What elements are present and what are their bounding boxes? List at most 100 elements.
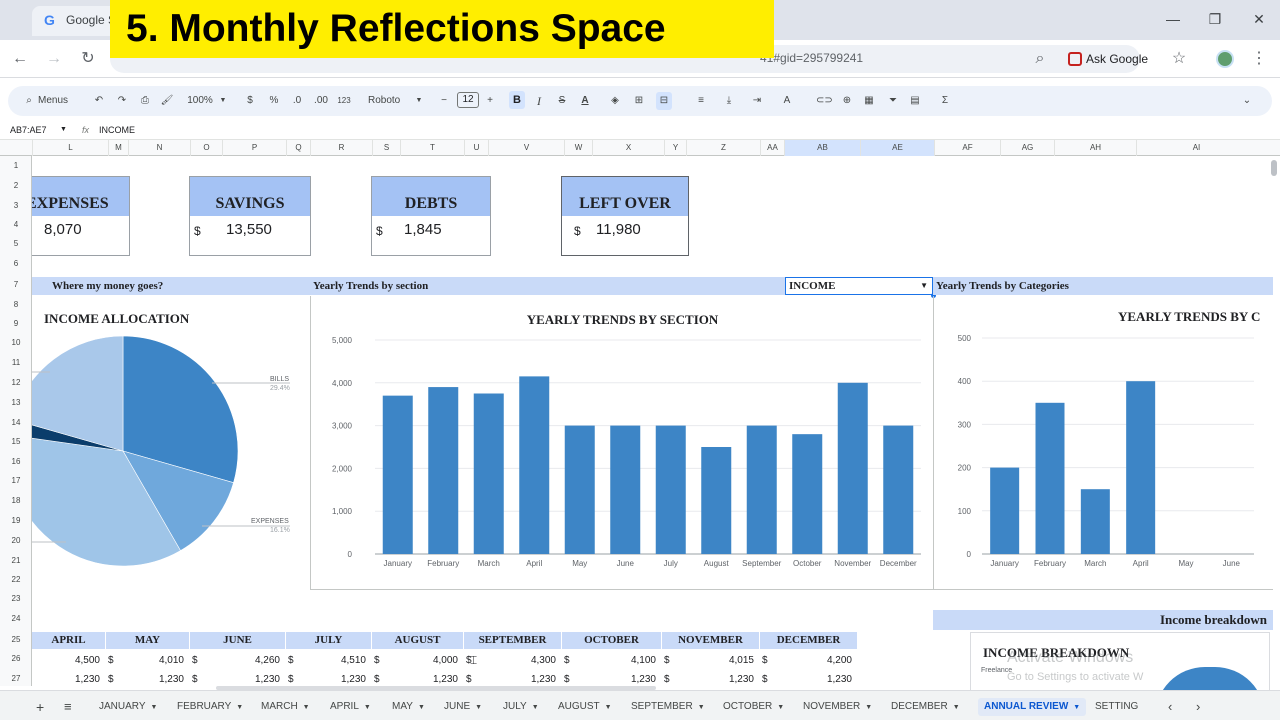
sheet-tab-menu-icon[interactable]: ▼	[364, 704, 371, 711]
bar[interactable]	[655, 425, 686, 554]
bar[interactable]	[519, 376, 550, 554]
table-cell[interactable]: $4,000	[372, 652, 464, 670]
sheet-tab-august[interactable]: AUGUST ▼	[558, 698, 612, 716]
row-header[interactable]: 14	[0, 418, 32, 428]
bar[interactable]	[883, 425, 914, 554]
table-cell[interactable]: $4,200	[760, 652, 858, 670]
bar[interactable]	[382, 395, 413, 554]
column-header[interactable]: M	[108, 140, 128, 156]
sheet-tab-july[interactable]: JULY ▼	[503, 698, 539, 716]
sheet-tab-september[interactable]: SEPTEMBER ▼	[631, 698, 705, 716]
print-icon[interactable]: ⎙	[138, 92, 152, 110]
font-dropdown-icon[interactable]: ▼	[414, 92, 424, 110]
sheet-tab-march[interactable]: MARCH ▼	[261, 698, 310, 716]
row-header[interactable]: 12	[0, 378, 32, 388]
column-header[interactable]: AA	[760, 140, 784, 156]
bar[interactable]	[564, 425, 595, 554]
table-cell[interactable]: $4,010	[106, 652, 190, 670]
column-header[interactable]: AI	[1136, 140, 1256, 156]
profile-avatar[interactable]	[1216, 50, 1234, 68]
increase-decimal-button[interactable]: .00	[312, 92, 330, 110]
sheet-tab-april[interactable]: APRIL ▼	[330, 698, 371, 716]
bar[interactable]	[428, 387, 459, 554]
font-size-increase-icon[interactable]: +	[484, 92, 496, 110]
chevron-down-icon[interactable]: ⌄	[1240, 92, 1254, 110]
borders-icon[interactable]: ⊞	[632, 92, 646, 110]
column-header[interactable]: P	[222, 140, 286, 156]
sheet-tab-menu-icon[interactable]: ▼	[1073, 704, 1080, 711]
insert-chart-icon[interactable]: ▦	[862, 92, 876, 110]
zoom-select[interactable]: 100%	[184, 92, 216, 110]
bar[interactable]	[990, 467, 1020, 554]
sheet-tab-menu-icon[interactable]: ▼	[303, 704, 310, 711]
row-header[interactable]: 21	[0, 556, 32, 566]
sheet-tab-menu-icon[interactable]: ▼	[777, 704, 784, 711]
sheet-tab-february[interactable]: FEBRUARY ▼	[177, 698, 243, 716]
forward-icon[interactable]: →	[43, 48, 65, 70]
row-header[interactable]: 24	[0, 614, 32, 624]
row-header[interactable]: 6	[0, 259, 32, 269]
close-icon[interactable]: ✕	[1244, 8, 1274, 30]
vertical-align-icon[interactable]: ⤓	[722, 92, 736, 110]
bold-button[interactable]: B	[509, 91, 525, 109]
sheet-tab-menu-icon[interactable]: ▼	[605, 704, 612, 711]
currency-format-button[interactable]: $	[244, 92, 256, 110]
column-header[interactable]: O	[190, 140, 222, 156]
zoom-dropdown-icon[interactable]: ▼	[218, 92, 228, 110]
row-header[interactable]: 16	[0, 457, 32, 467]
column-header[interactable]: R	[310, 140, 372, 156]
row-header[interactable]: 19	[0, 516, 32, 526]
functions-button[interactable]: Σ	[938, 92, 952, 110]
column-header[interactable]: AB	[784, 140, 860, 156]
number-format-button[interactable]: 123	[336, 92, 352, 110]
zoom-search-icon[interactable]: ⌕	[1029, 48, 1051, 70]
bar[interactable]	[610, 425, 641, 554]
table-cell[interactable]: $1,230	[190, 671, 286, 685]
font-size-input[interactable]: 12	[457, 92, 479, 108]
reload-icon[interactable]: ↻	[77, 48, 99, 70]
row-header[interactable]: 11	[0, 358, 32, 368]
sheet-tab-january[interactable]: JANUARY ▼	[99, 698, 157, 716]
sheet-tab-menu-icon[interactable]: ▼	[236, 704, 243, 711]
bar[interactable]	[701, 447, 732, 554]
browser-menu-icon[interactable]: ⋮	[1248, 48, 1270, 70]
name-box-dropdown-icon[interactable]: ▼	[60, 120, 67, 140]
column-header[interactable]: S	[372, 140, 400, 156]
sheet-tab-menu-icon[interactable]: ▼	[953, 704, 960, 711]
table-cell[interactable]: $1,230	[662, 671, 760, 685]
income-section-dropdown[interactable]: INCOME ▼	[785, 277, 933, 295]
undo-icon[interactable]: ↶	[92, 92, 106, 110]
table-cell[interactable]: $4,015	[662, 652, 760, 670]
fill-color-icon[interactable]: ◈	[608, 92, 622, 110]
table-cell[interactable]: $4,100	[562, 652, 662, 670]
sheet-tab-menu-icon[interactable]: ▼	[532, 704, 539, 711]
bar[interactable]	[473, 393, 504, 555]
bar[interactable]	[837, 382, 868, 554]
browser-tab[interactable]: G Google S	[32, 6, 122, 36]
row-header[interactable]: 17	[0, 476, 32, 486]
table-cell[interactable]: $1,230	[464, 671, 562, 685]
sheet-tab-menu-icon[interactable]: ▼	[151, 704, 158, 711]
table-cell[interactable]: $4,300	[464, 652, 562, 670]
horizontal-align-icon[interactable]: ≡	[694, 92, 708, 110]
merge-cells-icon[interactable]: ⊟	[656, 92, 672, 110]
sheet-tab-december[interactable]: DECEMBER ▼	[891, 698, 960, 716]
insert-comment-icon[interactable]: ⊕	[840, 92, 854, 110]
bar[interactable]	[1035, 402, 1065, 554]
ask-google-button[interactable]: Ask Google	[1064, 48, 1156, 70]
font-family-select[interactable]: Roboto	[368, 92, 408, 110]
scroll-tabs-left-icon[interactable]: ‹	[1168, 698, 1172, 716]
percent-format-button[interactable]: %	[267, 92, 281, 110]
row-header[interactable]: 4	[0, 220, 32, 230]
bookmark-star-icon[interactable]: ☆	[1168, 48, 1190, 70]
table-cell[interactable]: $4,260	[190, 652, 286, 670]
text-rotation-icon[interactable]: A	[780, 92, 794, 110]
row-header[interactable]: 23	[0, 594, 32, 604]
row-header[interactable]: 22	[0, 575, 32, 585]
row-header[interactable]: 1	[0, 161, 32, 171]
sheet-tab-november[interactable]: NOVEMBER ▼	[803, 698, 872, 716]
sheet-tab-menu-icon[interactable]: ▼	[418, 704, 425, 711]
all-sheets-icon[interactable]: ≡	[64, 698, 72, 716]
table-cell[interactable]: $4,510	[286, 652, 372, 670]
table-cell[interactable]: $1,230	[760, 671, 858, 685]
